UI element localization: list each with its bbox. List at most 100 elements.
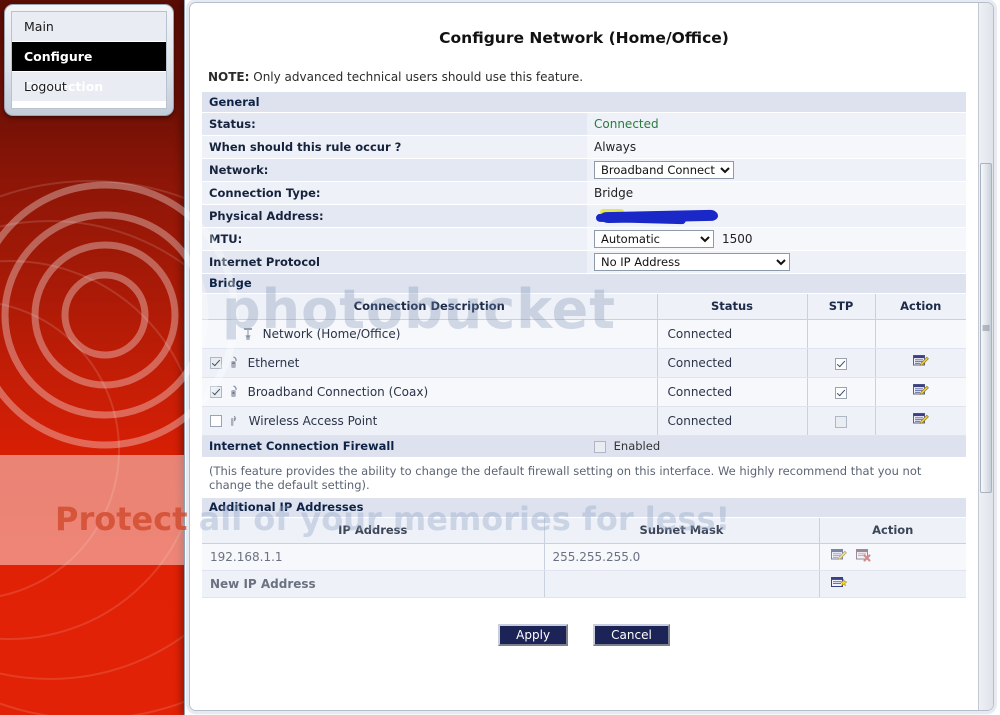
label-rule-occurrence: When should this rule occur ?: [202, 135, 587, 159]
col-action: Action: [875, 293, 966, 320]
bridge-row-status: Connected: [657, 377, 808, 407]
firewall-enabled-cell: Enabled: [587, 436, 966, 458]
vertical-scrollbar[interactable]: [978, 3, 993, 710]
redaction-mark: [595, 208, 721, 224]
network-select[interactable]: Broadband Connection: [594, 160, 734, 179]
network-tree-icon: [243, 328, 252, 341]
firewall-enabled-label: Enabled: [613, 439, 661, 454]
bridge-member-checkbox-ethernet[interactable]: [210, 357, 222, 370]
desktop-menu-list: Main Configure Connection Logout: [11, 11, 167, 109]
bridge-table: Connection Description Status STP Action: [202, 293, 966, 436]
firewall-header-row: Internet Connection Firewall Enabled: [202, 436, 966, 458]
window-frame: Configure Network (Home/Office) NOTE: On…: [189, 2, 994, 711]
bridge-row-description-cell: Ethernet: [202, 348, 658, 378]
aip-header-row: IP Address Subnet Mask Action: [202, 518, 966, 544]
bridge-row-action: [875, 319, 966, 349]
ethernet-port-icon: [231, 356, 237, 369]
table-row: Network (Home/Office) Connected: [202, 319, 966, 349]
aip-ip-value: 192.168.1.1: [202, 543, 545, 571]
stp-checkbox-wireless[interactable]: [835, 415, 847, 428]
col-ip-address: IP Address: [202, 518, 545, 544]
bridge-row-description: Ethernet: [247, 355, 300, 370]
bridge-row-stp: [807, 348, 876, 378]
additional-ip-section-title: Additional IP Addresses: [202, 497, 966, 518]
add-icon[interactable]: [830, 575, 847, 593]
col-aip-action: Action: [819, 518, 966, 544]
edit-icon[interactable]: [830, 548, 847, 566]
aip-actions-cell: [819, 543, 966, 571]
firewall-table: Internet Connection Firewall Enabled: [202, 436, 966, 458]
label-status: Status:: [202, 112, 587, 136]
cancel-button[interactable]: Cancel: [593, 623, 670, 646]
bridge-row-description: Network (Home/Office): [262, 326, 401, 341]
bridge-row-description: Broadband Connection (Coax): [247, 384, 429, 399]
table-row: 192.168.1.1 255.255.255.0: [202, 543, 966, 571]
table-row: Broadband Connection (Coax) Connected: [202, 377, 966, 407]
row-status: Status: Connected: [202, 112, 966, 136]
aip-empty-mask: [544, 570, 820, 598]
label-connection-type: Connection Type:: [202, 181, 587, 205]
scrollbar-thumb[interactable]: [980, 163, 992, 493]
firewall-description: (This feature provides the ability to ch…: [202, 457, 966, 498]
row-internet-protocol: Internet Protocol No IP Address: [202, 250, 966, 274]
edit-icon[interactable]: [912, 412, 929, 430]
general-table: General Status: Connected When should th…: [202, 92, 966, 294]
bridge-row-description: Wireless Access Point: [248, 413, 378, 428]
bridge-row-status: Connected: [657, 348, 808, 378]
bridge-member-checkbox-broadband[interactable]: [210, 386, 222, 399]
value-connection-type: Bridge: [587, 181, 966, 205]
label-mtu: MTU:: [202, 227, 587, 251]
general-section-title: General: [202, 92, 966, 113]
value-internet-protocol-cell: No IP Address: [587, 250, 966, 274]
menu-item-main[interactable]: Main: [12, 12, 166, 42]
bridge-section-title: Bridge: [202, 273, 966, 294]
note-line: NOTE: Only advanced technical users shou…: [208, 70, 966, 84]
col-stp: STP: [807, 293, 876, 320]
value-physical-address: [587, 204, 966, 228]
page-body: Configure Network (Home/Office) NOTE: On…: [190, 3, 993, 710]
mtu-select[interactable]: Automatic: [594, 229, 714, 248]
bridge-row-action: [875, 377, 966, 407]
aip-new-action-cell: [819, 570, 966, 598]
menu-item-configure-connection[interactable]: Configure Connection: [12, 42, 166, 94]
bridge-row-status: Connected: [657, 406, 808, 436]
aip-mask-value: 255.255.255.0: [544, 543, 820, 571]
table-row: New IP Address: [202, 570, 966, 598]
apply-button[interactable]: Apply: [498, 623, 569, 646]
value-network-cell: Broadband Connection: [587, 158, 966, 182]
edit-icon[interactable]: [912, 383, 929, 401]
row-physical-address: Physical Address:: [202, 204, 966, 228]
value-rule-occurrence: Always: [587, 135, 966, 159]
row-mtu: MTU: Automatic 1500: [202, 227, 966, 251]
label-internet-protocol: Internet Protocol: [202, 250, 587, 274]
document-area: Configure Network (Home/Office) NOTE: On…: [190, 3, 978, 710]
bridge-row-description-cell: Network (Home/Office): [202, 319, 658, 349]
button-bar: Apply Cancel: [202, 623, 966, 646]
stp-checkbox-ethernet[interactable]: [835, 357, 847, 370]
bridge-row-stp: [807, 377, 876, 407]
bridge-member-checkbox-wireless[interactable]: [210, 415, 222, 428]
additional-ip-header-table: Additional IP Addresses: [202, 497, 966, 518]
mtu-value: 1500: [722, 231, 753, 246]
internet-protocol-select[interactable]: No IP Address: [594, 252, 790, 271]
content-window: Configure Network (Home/Office) NOTE: On…: [184, 0, 1000, 715]
bridge-section-header-row: Bridge: [202, 273, 966, 294]
bridge-row-stp: [807, 406, 876, 436]
additional-ip-table: IP Address Subnet Mask Action 192.168.1.…: [202, 518, 966, 598]
bridge-row-action: [875, 406, 966, 436]
firewall-section-title: Internet Connection Firewall: [202, 436, 587, 458]
label-physical-address: Physical Address:: [202, 204, 587, 228]
table-row: Wireless Access Point Connected: [202, 406, 966, 436]
table-row: Ethernet Connected: [202, 348, 966, 378]
bridge-row-description-cell: Broadband Connection (Coax): [202, 377, 658, 407]
edit-icon[interactable]: [912, 354, 929, 372]
note-label: NOTE:: [208, 70, 250, 84]
delete-icon[interactable]: [856, 548, 872, 566]
wireless-antenna-icon: [230, 416, 236, 427]
stp-checkbox-broadband[interactable]: [835, 386, 847, 399]
firewall-enabled-checkbox[interactable]: [594, 440, 606, 453]
row-network: Network: Broadband Connection: [202, 158, 966, 182]
label-network: Network:: [202, 158, 587, 182]
note-text: Only advanced technical users should use…: [249, 70, 584, 84]
new-ip-address-link[interactable]: New IP Address: [202, 570, 545, 598]
